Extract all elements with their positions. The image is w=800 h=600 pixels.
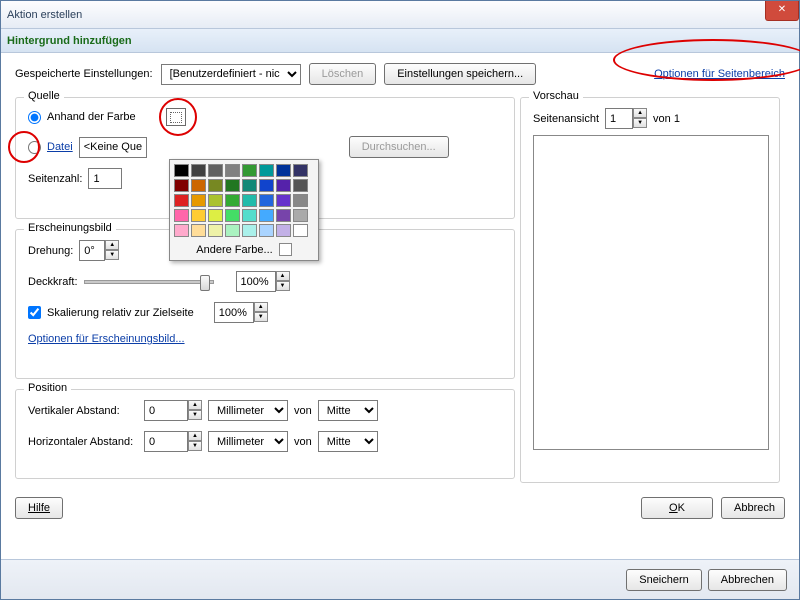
color-swatch[interactable] (276, 194, 291, 207)
vdist-from: von (294, 405, 312, 417)
close-button[interactable]: ✕ (765, 1, 799, 21)
color-swatch[interactable] (276, 164, 291, 177)
color-swatch[interactable] (208, 194, 223, 207)
color-swatch[interactable] (259, 209, 274, 222)
outer-save-button[interactable]: Sneichern (626, 569, 702, 591)
rotation-label: Drehung: (28, 245, 73, 257)
opacity-slider[interactable] (84, 280, 214, 284)
color-swatch[interactable] (293, 194, 308, 207)
file-path-input[interactable] (79, 137, 147, 158)
color-swatch[interactable] (276, 224, 291, 237)
color-swatch[interactable] (242, 164, 257, 177)
cancel-button[interactable]: Abbrech (721, 497, 785, 519)
delete-button[interactable]: Löschen (309, 63, 377, 85)
color-swatch[interactable] (276, 209, 291, 222)
browse-button[interactable]: Durchsuchen... (349, 136, 449, 158)
color-swatch[interactable] (242, 179, 257, 192)
color-well[interactable] (166, 108, 186, 126)
color-swatch[interactable] (293, 179, 308, 192)
by-color-radio[interactable] (28, 111, 41, 124)
color-picker-popup[interactable]: Andere Farbe... (169, 159, 319, 261)
file-label[interactable]: Datei (47, 141, 73, 153)
color-swatch[interactable] (208, 164, 223, 177)
color-swatch[interactable] (208, 179, 223, 192)
page-view-spinner[interactable]: ▲▼ (605, 108, 647, 129)
hdist-unit[interactable]: Millimeter (208, 431, 288, 452)
color-swatch[interactable] (225, 164, 240, 177)
hdist-ref[interactable]: Mitte (318, 431, 378, 452)
page-range-options-link[interactable]: Optionen für Seitenbereich (654, 68, 785, 80)
vdist-ref[interactable]: Mitte (318, 400, 378, 421)
color-swatch[interactable] (225, 194, 240, 207)
color-swatch[interactable] (259, 224, 274, 237)
page-count-label: Seitenzahl: (28, 173, 82, 185)
outer-cancel-button[interactable]: Abbrechen (708, 569, 787, 591)
color-swatch[interactable] (293, 164, 308, 177)
color-swatch[interactable] (242, 209, 257, 222)
other-color-label[interactable]: Andere Farbe... (196, 244, 272, 256)
scale-label: Skalierung relativ zur Zielseite (47, 307, 194, 319)
help-button[interactable]: Hilfe (15, 497, 63, 519)
opacity-label: Deckkraft: (28, 276, 78, 288)
color-swatch[interactable] (174, 179, 189, 192)
vdist-label: Vertikaler Abstand: (28, 405, 138, 417)
scale-checkbox[interactable] (28, 306, 41, 319)
color-swatch[interactable] (174, 209, 189, 222)
color-swatch[interactable] (242, 224, 257, 237)
source-legend: Quelle (24, 90, 64, 102)
page-of-label: von 1 (653, 113, 680, 125)
color-swatch[interactable] (259, 179, 274, 192)
color-swatch[interactable] (174, 224, 189, 237)
by-color-label: Anhand der Farbe (47, 111, 136, 123)
color-swatch[interactable] (293, 209, 308, 222)
dialog-subheader: Hintergrund hinzufügen (1, 29, 799, 53)
color-swatch[interactable] (242, 194, 257, 207)
color-swatch[interactable] (225, 179, 240, 192)
page-view-label: Seitenansicht (533, 113, 599, 125)
color-swatch[interactable] (191, 164, 206, 177)
other-color-swatch[interactable] (279, 243, 292, 256)
color-swatch[interactable] (225, 209, 240, 222)
color-swatch[interactable] (259, 194, 274, 207)
color-swatch[interactable] (174, 194, 189, 207)
appearance-legend: Erscheinungsbild (24, 222, 116, 234)
rotation-spinner[interactable]: ▲▼ (79, 240, 119, 261)
page-count-spinner[interactable] (88, 168, 122, 189)
hdist-spinner[interactable]: ▲▼ (144, 431, 202, 452)
saved-settings-label: Gespeicherte Einstellungen: (15, 68, 153, 80)
hdist-from: von (294, 436, 312, 448)
save-settings-button[interactable]: Einstellungen speichern... (384, 63, 536, 85)
vdist-unit[interactable]: Millimeter (208, 400, 288, 421)
opacity-spinner[interactable]: ▲▼ (236, 271, 290, 292)
color-swatch[interactable] (191, 179, 206, 192)
color-swatch[interactable] (191, 194, 206, 207)
appearance-options-link[interactable]: Optionen für Erscheinungsbild... (28, 333, 185, 345)
color-swatch[interactable] (191, 209, 206, 222)
vdist-spinner[interactable]: ▲▼ (144, 400, 202, 421)
color-swatch[interactable] (293, 224, 308, 237)
color-swatch[interactable] (259, 164, 274, 177)
hdist-label: Horizontaler Abstand: (28, 436, 138, 448)
file-radio[interactable] (28, 141, 41, 154)
position-legend: Position (24, 382, 71, 394)
color-swatch[interactable] (208, 224, 223, 237)
color-swatch[interactable] (208, 209, 223, 222)
color-swatch[interactable] (225, 224, 240, 237)
color-swatch[interactable] (191, 224, 206, 237)
color-swatch[interactable] (174, 164, 189, 177)
preview-canvas (533, 135, 769, 450)
preview-legend: Vorschau (529, 90, 583, 102)
color-swatch[interactable] (276, 179, 291, 192)
window-title: Aktion erstellen (7, 9, 82, 21)
scale-spinner[interactable]: ▲▼ (214, 302, 268, 323)
ok-button[interactable]: OK (641, 497, 713, 519)
saved-settings-combo[interactable]: [Benutzerdefiniert - nicht (161, 64, 301, 85)
